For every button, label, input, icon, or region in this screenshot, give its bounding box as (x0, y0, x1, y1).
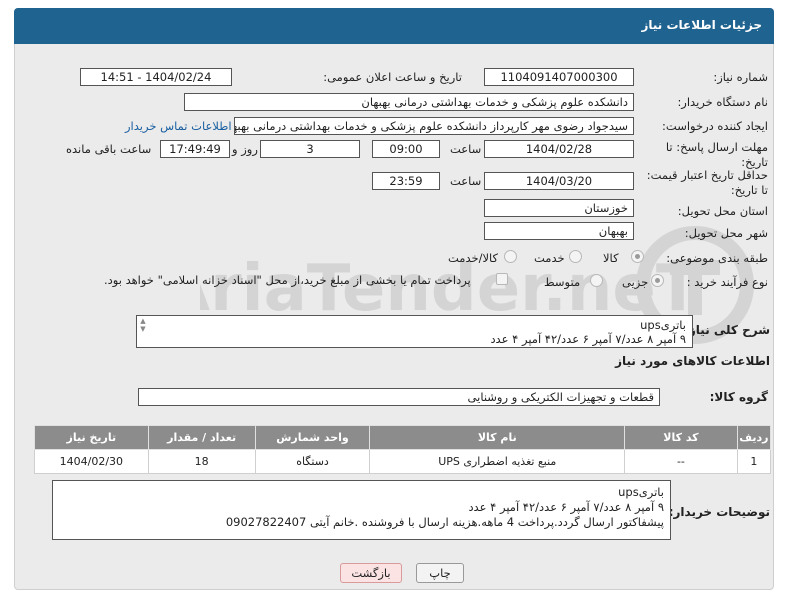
price-validity-label: حداقل تاریخ اعتبار قیمت: (646, 168, 768, 182)
deadline-date-field: 1404/02/28 (484, 140, 634, 158)
col-qty: تعداد / مقدار (147, 425, 256, 450)
category-option-service: خدمت (534, 251, 565, 265)
city-field: بهبهان (484, 222, 634, 240)
price-validity-date-field: 1404/03/20 (484, 172, 634, 190)
category-option-goods-service: کالا/خدمت (448, 251, 499, 265)
col-code: کد کالا (624, 425, 738, 450)
city-label: شهر محل تحویل: (684, 226, 768, 240)
remaining-label: ساعت باقی مانده (66, 142, 152, 156)
price-validity-label-2: تا تاریخ: (730, 183, 768, 197)
summary-scroll-icon[interactable]: ▲ ▼ (138, 317, 148, 335)
days-remaining-field: 3 (260, 140, 360, 158)
cell-unit: دستگاه (254, 449, 371, 474)
process-option-medium: متوسط (544, 275, 581, 289)
col-unit: واحد شمارش (254, 425, 371, 450)
deadline-label: مهلت ارسال پاسخ: تا (665, 140, 768, 154)
category-radio-service[interactable] (569, 250, 582, 263)
cell-qty: 18 (147, 449, 256, 474)
requester-label: ایجاد کننده درخواست: (662, 119, 768, 133)
process-radio-minor[interactable] (651, 274, 664, 287)
goods-group-label: گروه کالا: (709, 390, 768, 404)
cell-row: 1 (736, 449, 772, 474)
summary-label: شرح کلی نیاز: (684, 323, 770, 337)
buyer-contact-link[interactable]: اطلاعات تماس خریدار (125, 119, 232, 133)
col-name: نام کالا (369, 425, 626, 450)
cell-date: 1404/02/30 (34, 449, 149, 474)
treasury-payment-checkbox[interactable] (496, 273, 508, 285)
buyer-notes-textarea[interactable]: باتریups ۹ آمپر ۸ عدد/۷ آمپر ۶ عدد/۴۲ آم… (52, 480, 671, 540)
announce-field: 1404/02/24 - 14:51 (80, 68, 232, 86)
panel-header: جزئیات اطلاعات نیاز (14, 8, 774, 44)
category-label: طبقه بندی موضوعی: (666, 251, 768, 265)
treasury-payment-note: پرداخت تمام یا بخشی از مبلغ خرید،از محل … (104, 273, 471, 287)
goods-table: ردیف کد کالا نام کالا واحد شمارش تعداد /… (34, 425, 772, 474)
days-label: روز و (232, 142, 258, 156)
category-radio-goods-service[interactable] (504, 250, 517, 263)
buyer-notes-label: توضیحات خریدار: (668, 505, 770, 519)
province-label: استان محل تحویل: (677, 204, 768, 218)
remaining-time-field: 17:49:49 (160, 140, 230, 158)
category-radio-goods[interactable] (631, 250, 644, 263)
process-option-minor: جزیی (622, 275, 649, 289)
buyer-org-label: نام دستگاه خریدار: (677, 95, 768, 109)
requester-field: سیدجواد رضوی مهر کارپرداز دانشکده علوم پ… (234, 117, 634, 135)
price-validity-time-label: ساعت (450, 174, 482, 188)
deadline-label-2: تاریخ: (741, 155, 768, 169)
back-button[interactable]: بازگشت (340, 563, 402, 583)
category-option-goods: کالا (603, 251, 619, 265)
need-number-field: 1104091407000300 (484, 68, 634, 86)
announce-label: تاریخ و ساعت اعلان عمومی: (323, 70, 462, 84)
goods-section-title: اطلاعات کالاهای مورد نیاز (615, 354, 770, 368)
province-field: خوزستان (484, 199, 634, 217)
table-row: 1 -- منبع تغذیه اضطراری UPS دستگاه 18 14… (34, 449, 772, 474)
buyer-org-field: دانشکده علوم پزشکی و خدمات بهداشتی درمان… (184, 93, 634, 111)
process-label: نوع فرآیند خرید : (686, 275, 768, 289)
cell-name: منبع تغذیه اضطراری UPS (369, 449, 626, 474)
panel-title: جزئیات اطلاعات نیاز (641, 18, 762, 32)
col-row: ردیف (736, 425, 772, 450)
price-validity-time-field: 23:59 (372, 172, 440, 190)
cell-code: -- (624, 449, 738, 474)
deadline-time-label: ساعت (450, 142, 482, 156)
summary-textarea[interactable]: باتریups ۹ آمپر ۸ عدد/۷ آمپر ۶ عدد/۴۲ آم… (136, 315, 693, 348)
col-date: تاریخ نیاز (34, 425, 149, 450)
print-button[interactable]: چاپ (416, 563, 464, 583)
goods-group-field: قطعات و تجهیزات الکتریکی و روشنایی (138, 388, 660, 406)
deadline-time-field: 09:00 (372, 140, 440, 158)
process-radio-medium[interactable] (590, 274, 603, 287)
need-number-label: شماره نیاز: (713, 70, 768, 84)
